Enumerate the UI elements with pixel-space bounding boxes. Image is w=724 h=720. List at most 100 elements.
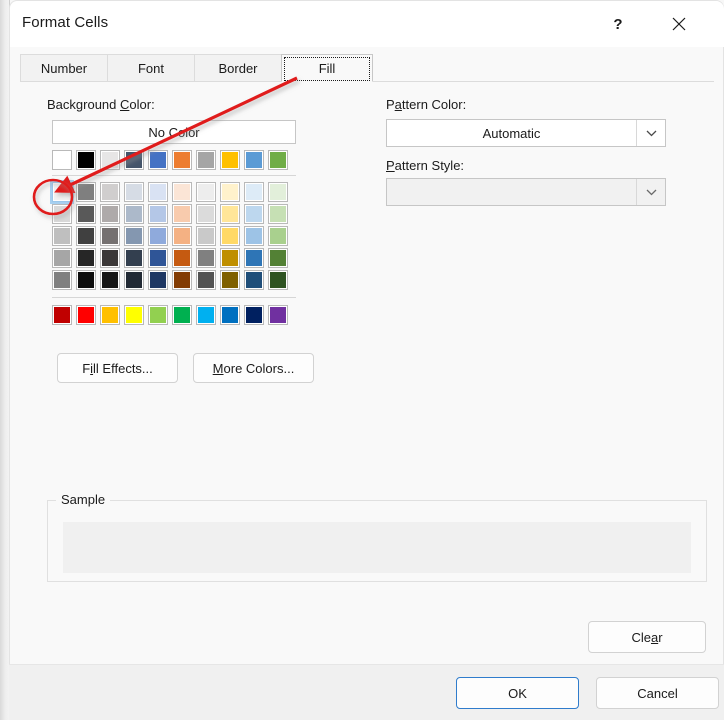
dialog-footer: OK Cancel [9,664,724,720]
theme-color-swatch-8[interactable] [244,150,264,170]
dialog-window: Format Cells ? Number Font Border Fill B… [0,0,724,720]
theme-tint-swatch-1-5[interactable] [172,204,192,224]
question-mark-icon: ? [613,15,623,33]
theme-tint-swatch-2-6[interactable] [196,226,216,246]
chevron-down-icon-2[interactable] [636,179,665,205]
theme-tint-swatch-2-2[interactable] [100,226,120,246]
theme-tint-swatch-3-1[interactable] [76,248,96,268]
theme-color-swatch-6[interactable] [196,150,216,170]
theme-tint-swatch-2-9[interactable] [268,226,288,246]
theme-color-swatch-3[interactable] [124,150,144,170]
pattern-style-label: Pattern Style: [386,158,465,173]
pattern-color-combobox[interactable]: Automatic [386,119,666,147]
standard-color-swatch-5[interactable] [172,305,192,325]
theme-tint-swatch-0-5[interactable] [172,182,192,202]
tab-number[interactable]: Number [20,54,108,82]
theme-tint-swatch-3-8[interactable] [244,248,264,268]
standard-color-swatch-1[interactable] [76,305,96,325]
standard-color-swatch-3[interactable] [124,305,144,325]
theme-tint-swatch-1-4[interactable] [148,204,168,224]
theme-tint-swatch-2-8[interactable] [244,226,264,246]
standard-color-swatch-0[interactable] [52,305,72,325]
theme-tint-swatch-0-1[interactable] [76,182,96,202]
tab-number-label: Number [40,61,88,76]
theme-tint-swatch-3-2[interactable] [100,248,120,268]
theme-tint-swatch-0-7[interactable] [220,182,240,202]
theme-tint-swatch-2-1[interactable] [76,226,96,246]
theme-color-swatch-7[interactable] [220,150,240,170]
theme-tint-swatch-4-1[interactable] [76,270,96,290]
clear-button[interactable]: Clear [588,621,706,653]
chevron-down-icon[interactable] [636,120,665,146]
theme-tint-swatch-4-2[interactable] [100,270,120,290]
theme-color-swatch-9[interactable] [268,150,288,170]
more-colors-label: More Colors... [212,360,295,376]
theme-tint-swatch-4-0[interactable] [52,270,72,290]
standard-color-swatch-6[interactable] [196,305,216,325]
theme-tint-swatch-1-9[interactable] [268,204,288,224]
theme-tint-swatch-4-9[interactable] [268,270,288,290]
tab-font[interactable]: Font [107,54,195,82]
tab-fill[interactable]: Fill [281,54,373,82]
clear-label: Clear [631,629,663,645]
theme-tint-swatch-4-4[interactable] [148,270,168,290]
theme-tint-swatch-3-0[interactable] [52,248,72,268]
tab-fill-label: Fill [318,60,336,76]
close-button[interactable] [656,1,702,47]
theme-color-swatch-0[interactable] [52,150,72,170]
help-button[interactable]: ? [595,1,641,47]
theme-tint-swatch-3-4[interactable] [148,248,168,268]
no-color-label: No Color [148,124,200,140]
theme-tint-swatch-2-5[interactable] [172,226,192,246]
theme-color-swatch-1[interactable] [76,150,96,170]
theme-tint-swatch-0-0[interactable] [52,182,72,202]
theme-tint-swatch-0-4[interactable] [148,182,168,202]
theme-tint-swatch-1-7[interactable] [220,204,240,224]
theme-tint-swatch-2-7[interactable] [220,226,240,246]
theme-tint-swatch-3-3[interactable] [124,248,144,268]
theme-tint-swatch-2-3[interactable] [124,226,144,246]
theme-tint-swatch-4-8[interactable] [244,270,264,290]
tab-border[interactable]: Border [194,54,282,82]
theme-color-swatch-5[interactable] [172,150,192,170]
fill-effects-button[interactable]: Fill Effects... [57,353,178,383]
theme-tint-swatch-0-8[interactable] [244,182,264,202]
ok-button[interactable]: OK [456,677,579,709]
theme-tint-swatch-3-9[interactable] [268,248,288,268]
standard-colors-row [52,305,296,325]
theme-tint-swatch-3-7[interactable] [220,248,240,268]
theme-color-swatch-4[interactable] [148,150,168,170]
tab-strip: Number Font Border Fill [20,54,714,82]
pattern-color-label: Pattern Color: [386,97,467,112]
no-color-button[interactable]: No Color [52,120,296,144]
theme-tint-swatch-1-8[interactable] [244,204,264,224]
theme-tint-swatch-3-6[interactable] [196,248,216,268]
theme-tint-swatch-2-0[interactable] [52,226,72,246]
theme-tint-swatch-0-9[interactable] [268,182,288,202]
theme-tint-swatch-0-2[interactable] [100,182,120,202]
page-title: Format Cells [22,14,109,31]
standard-color-swatch-2[interactable] [100,305,120,325]
theme-tint-swatch-3-5[interactable] [172,248,192,268]
cancel-button[interactable]: Cancel [596,677,719,709]
theme-tint-swatch-0-6[interactable] [196,182,216,202]
theme-color-swatch-2[interactable] [100,150,120,170]
theme-tint-swatch-4-5[interactable] [172,270,192,290]
theme-tint-swatch-1-3[interactable] [124,204,144,224]
theme-tint-swatch-1-1[interactable] [76,204,96,224]
theme-tint-swatch-1-0[interactable] [52,204,72,224]
theme-tint-swatch-2-4[interactable] [148,226,168,246]
theme-tint-swatch-4-6[interactable] [196,270,216,290]
pattern-style-combobox[interactable] [386,178,666,206]
theme-tint-swatch-1-6[interactable] [196,204,216,224]
standard-color-swatch-7[interactable] [220,305,240,325]
more-colors-button[interactable]: More Colors... [193,353,314,383]
palette-divider [52,175,296,176]
standard-color-swatch-4[interactable] [148,305,168,325]
theme-tint-swatch-0-3[interactable] [124,182,144,202]
standard-color-swatch-8[interactable] [244,305,264,325]
theme-tint-swatch-4-7[interactable] [220,270,240,290]
theme-tint-swatch-1-2[interactable] [100,204,120,224]
standard-color-swatch-9[interactable] [268,305,288,325]
theme-tint-swatch-4-3[interactable] [124,270,144,290]
